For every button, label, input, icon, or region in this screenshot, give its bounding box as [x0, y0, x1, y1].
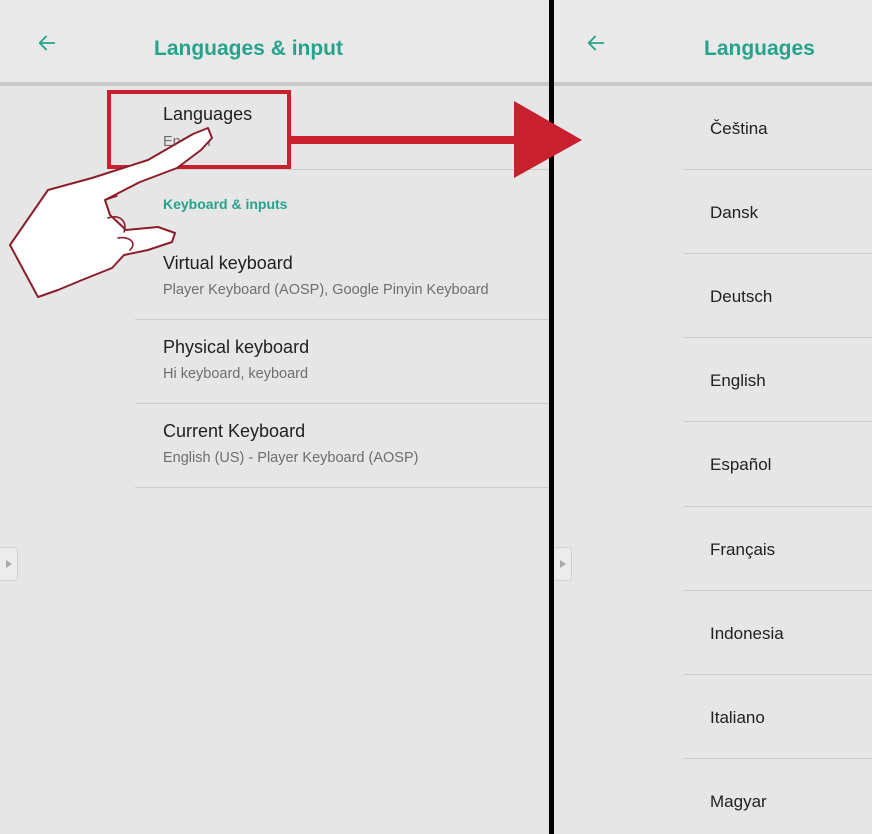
- language-label: Español: [710, 455, 772, 474]
- divider: [135, 169, 549, 170]
- language-label: Indonesia: [710, 624, 784, 643]
- divider: [135, 403, 549, 404]
- language-item[interactable]: Dansk: [683, 170, 872, 254]
- current-keyboard-title: Current Keyboard: [163, 421, 306, 441]
- languages-screen: Languages Čeština Dansk Deutsch English …: [554, 0, 872, 834]
- triangle-right-icon: [559, 560, 566, 568]
- arrow-left-icon: [38, 35, 56, 51]
- language-item[interactable]: English: [683, 338, 872, 422]
- physical-keyboard-value: Hi keyboard, keyboard: [163, 366, 309, 382]
- languages-and-input-screen: Languages & input Languages English Keyb…: [0, 0, 549, 834]
- physical-keyboard-setting[interactable]: Physical keyboard Hi keyboard, keyboard: [135, 337, 549, 403]
- language-item[interactable]: Deutsch: [683, 254, 872, 338]
- divider: [135, 319, 549, 320]
- virtual-keyboard-title: Virtual keyboard: [163, 253, 293, 273]
- current-keyboard-value: English (US) - Player Keyboard (AOSP): [163, 450, 419, 466]
- virtual-keyboard-setting[interactable]: Virtual keyboard Player Keyboard (AOSP),…: [135, 253, 549, 319]
- side-panel-handle[interactable]: [554, 547, 572, 581]
- language-item[interactable]: Indonesia: [683, 591, 872, 675]
- language-item[interactable]: Čeština: [683, 86, 872, 170]
- virtual-keyboard-value: Player Keyboard (AOSP), Google Pinyin Ke…: [163, 282, 489, 298]
- languages-setting-value: English: [163, 134, 211, 150]
- language-label: Français: [710, 540, 776, 559]
- language-label: Dansk: [710, 203, 759, 222]
- language-item[interactable]: Español: [683, 422, 872, 506]
- side-panel-handle[interactable]: [0, 547, 18, 581]
- current-keyboard-setting[interactable]: Current Keyboard English (US) - Player K…: [135, 421, 549, 487]
- languages-setting-title: Languages: [163, 104, 253, 124]
- language-label: English: [710, 371, 766, 390]
- app-bar: Languages & input: [0, 0, 549, 86]
- page-title: Languages: [704, 37, 815, 60]
- language-label: Deutsch: [710, 287, 773, 306]
- language-item[interactable]: Magyar: [683, 759, 872, 834]
- languages-setting[interactable]: Languages English: [135, 104, 549, 168]
- page-title: Languages & input: [154, 37, 343, 60]
- divider: [135, 487, 549, 488]
- language-label: Italiano: [710, 708, 765, 727]
- language-item[interactable]: Français: [683, 507, 872, 591]
- back-button[interactable]: [17, 0, 77, 86]
- language-item[interactable]: Italiano: [683, 675, 872, 759]
- arrow-left-icon: [587, 35, 605, 51]
- language-label: Čeština: [710, 119, 768, 138]
- triangle-right-icon: [5, 560, 12, 568]
- section-header-keyboard: Keyboard & inputs: [163, 196, 288, 212]
- back-button[interactable]: [566, 0, 626, 86]
- language-label: Magyar: [710, 792, 767, 811]
- physical-keyboard-title: Physical keyboard: [163, 337, 310, 357]
- app-bar: Languages: [554, 0, 872, 86]
